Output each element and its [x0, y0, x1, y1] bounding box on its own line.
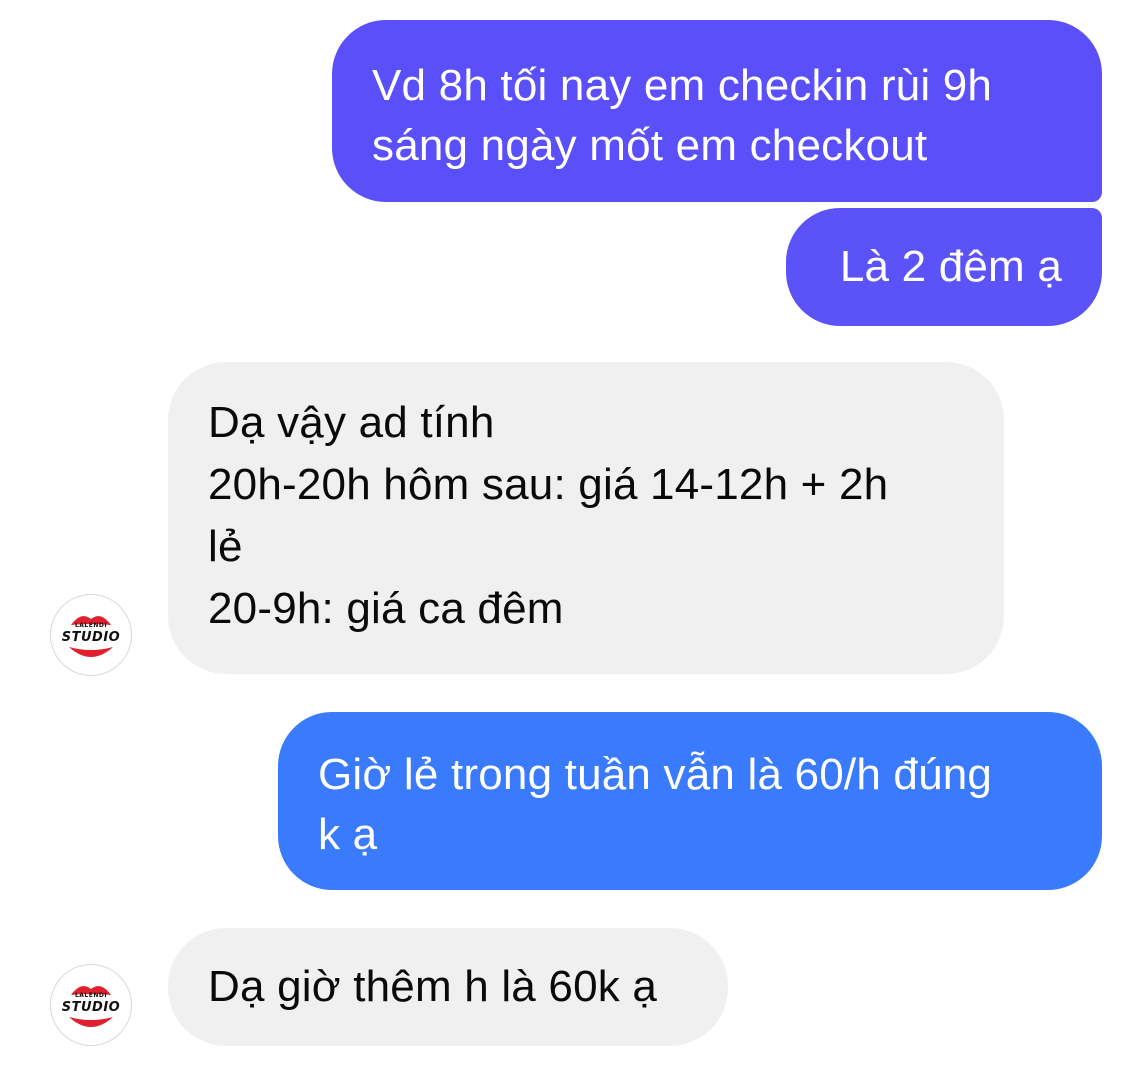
outgoing-message-bubble[interactable]: Vd 8h tối nay em checkin rùi 9h sáng ngà…	[332, 20, 1102, 202]
chat-thread: Vd 8h tối nay em checkin rùi 9h sáng ngà…	[0, 0, 1125, 1077]
avatar-small-text: LALENDI	[74, 992, 108, 999]
avatar-small-text: LALENDI	[74, 622, 108, 629]
sender-avatar[interactable]: LALENDI STUDIO	[50, 594, 132, 676]
avatar-main-text: STUDIO	[61, 630, 121, 645]
sender-avatar[interactable]: LALENDI STUDIO	[50, 964, 132, 1046]
avatar-main-text: STUDIO	[61, 1000, 121, 1015]
incoming-message-bubble[interactable]: Dạ giờ thêm h là 60k ạ	[168, 928, 728, 1046]
outgoing-message-bubble[interactable]: Là 2 đêm ạ	[786, 208, 1102, 326]
outgoing-message-bubble[interactable]: Giờ lẻ trong tuần vẫn là 60/h đúng k ạ	[278, 712, 1102, 890]
incoming-message-bubble[interactable]: Dạ vậy ad tính 20h-20h hôm sau: giá 14-1…	[168, 362, 1004, 674]
